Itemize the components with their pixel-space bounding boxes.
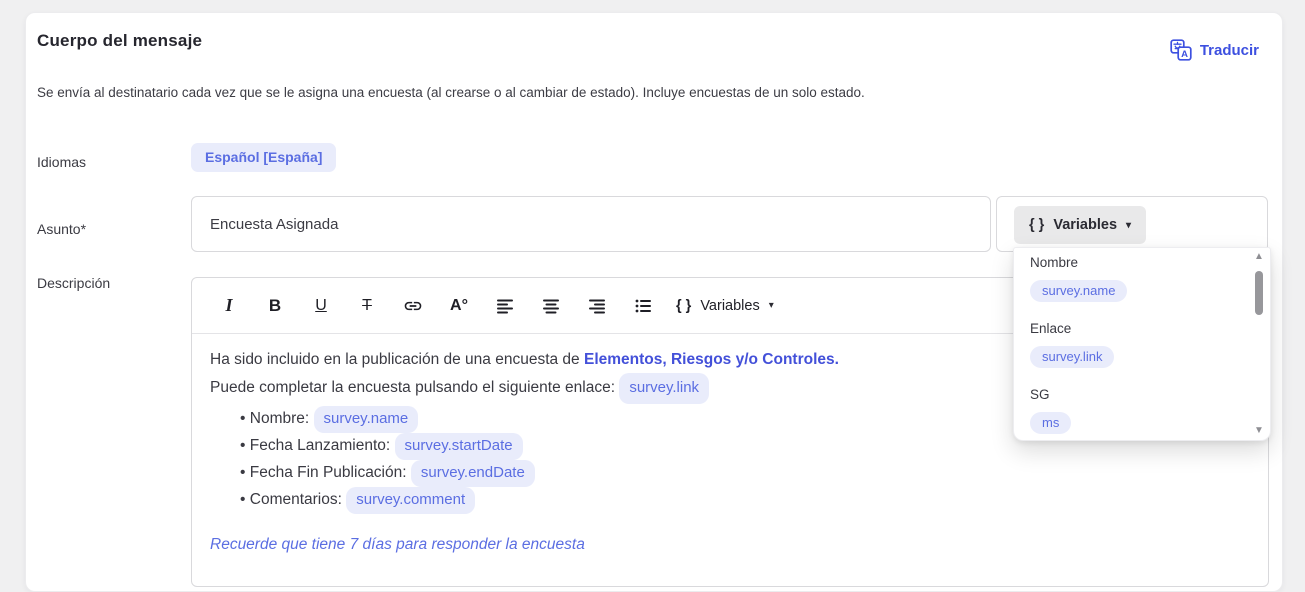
- align-right-button[interactable]: [574, 288, 620, 324]
- dropdown-group: Enlace survey.link: [1030, 321, 1236, 368]
- variable-chip[interactable]: survey.endDate: [411, 460, 535, 487]
- underline-icon: U: [315, 297, 327, 315]
- description-label: Descripción: [37, 275, 110, 291]
- subject-variables-box: { } Variables ▾: [996, 196, 1268, 252]
- variables-dropdown-panel: Nombre survey.name Enlace survey.link SG…: [1013, 247, 1271, 441]
- align-left-icon: [496, 297, 514, 315]
- dropdown-group-label: SG: [1030, 387, 1236, 402]
- braces-icon: { }: [676, 298, 691, 314]
- form-description: Se envía al destinatario cada vez que se…: [37, 85, 865, 100]
- font-size-icon: A°: [450, 297, 468, 315]
- translate-icon: A: [1170, 39, 1192, 61]
- scrollbar-thumb[interactable]: [1255, 271, 1263, 315]
- list-item: • Comentarios: survey.comment: [240, 487, 1248, 514]
- bullet-label: Comentarios:: [250, 491, 346, 508]
- bullet-icon: •: [240, 464, 245, 481]
- bullet-list-icon: [634, 297, 652, 315]
- scroll-down-icon[interactable]: ▼: [1254, 425, 1264, 437]
- strikethrough-button[interactable]: T: [344, 288, 390, 324]
- scroll-up-icon[interactable]: ▲: [1254, 251, 1264, 263]
- align-center-icon: [542, 297, 560, 315]
- language-chip[interactable]: Español [España]: [191, 143, 336, 172]
- svg-text:A: A: [1181, 49, 1188, 60]
- subject-variables-button[interactable]: { } Variables ▾: [1014, 206, 1146, 244]
- dropdown-group: Nombre survey.name: [1030, 255, 1236, 302]
- underline-button[interactable]: U: [298, 288, 344, 324]
- variable-chip[interactable]: survey.name: [314, 406, 419, 433]
- variable-chip[interactable]: survey.comment: [346, 487, 475, 514]
- subject-label: Asunto*: [37, 221, 86, 237]
- bullet-list-button[interactable]: [620, 288, 666, 324]
- link-icon: [403, 296, 423, 316]
- dropdown-group-label: Nombre: [1030, 255, 1236, 270]
- align-center-button[interactable]: [528, 288, 574, 324]
- link-button[interactable]: [390, 288, 436, 324]
- subject-input[interactable]: [191, 196, 991, 252]
- editor-text: Puede completar la encuesta pulsando el …: [210, 379, 619, 396]
- align-left-button[interactable]: [482, 288, 528, 324]
- bullet-icon: •: [240, 491, 245, 508]
- chevron-down-icon: ▾: [1126, 220, 1131, 231]
- editor-variables-label: Variables: [700, 298, 759, 314]
- variable-chip[interactable]: survey.link: [619, 373, 709, 404]
- dropdown-scrollbar[interactable]: ▲ ▼: [1251, 251, 1267, 437]
- bullet-label: Fecha Fin Publicación:: [250, 464, 411, 481]
- list-item: • Fecha Fin Publicación: survey.endDate: [240, 460, 1248, 487]
- variable-option[interactable]: survey.name: [1030, 280, 1127, 302]
- message-body-card: Cuerpo del mensaje A Traducir Se envía a…: [25, 12, 1283, 592]
- bullet-label: Nombre:: [250, 410, 314, 427]
- dropdown-group: SG ms: [1030, 387, 1236, 434]
- italic-button[interactable]: I: [206, 288, 252, 324]
- editor-text: Ha sido incluido en la publicación de un…: [210, 351, 584, 368]
- braces-icon: { }: [1029, 217, 1044, 233]
- variables-button-label: Variables: [1053, 217, 1117, 233]
- page-title: Cuerpo del mensaje: [37, 31, 202, 51]
- chevron-down-icon: ▾: [769, 300, 774, 311]
- variable-option[interactable]: survey.link: [1030, 346, 1114, 368]
- reminder-note: Recuerde que tiene 7 días para responder…: [210, 534, 1248, 556]
- variable-option[interactable]: ms: [1030, 412, 1071, 434]
- italic-icon: I: [225, 295, 232, 316]
- dropdown-group-label: Enlace: [1030, 321, 1236, 336]
- bullet-icon: •: [240, 410, 245, 427]
- bold-button[interactable]: B: [252, 288, 298, 324]
- bullet-icon: •: [240, 437, 245, 454]
- bold-icon: B: [269, 296, 281, 316]
- translate-label: Traducir: [1200, 42, 1259, 59]
- variable-chip[interactable]: survey.startDate: [395, 433, 523, 460]
- font-size-button[interactable]: A°: [436, 288, 482, 324]
- languages-label: Idiomas: [37, 154, 86, 170]
- editor-bold-text: Elementos, Riesgos y/o Controles.: [584, 351, 839, 368]
- bullet-label: Fecha Lanzamiento:: [250, 437, 395, 454]
- translate-button[interactable]: A Traducir: [1170, 39, 1259, 61]
- align-right-icon: [588, 297, 606, 315]
- strikethrough-icon: T: [362, 297, 372, 315]
- editor-variables-button[interactable]: { } Variables ▾: [676, 298, 774, 314]
